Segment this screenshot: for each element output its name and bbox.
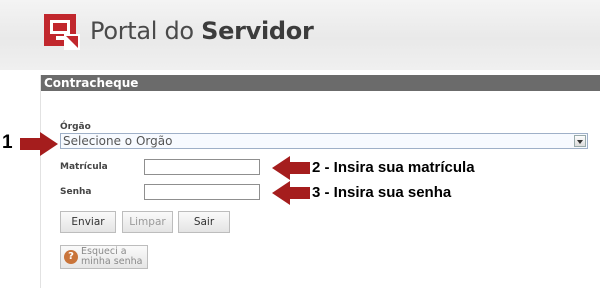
forgot-password-button[interactable]: ? Esqueci a minha senha xyxy=(60,245,148,269)
annotation-step-3: 3 - Insira sua senha xyxy=(312,184,452,201)
enviar-button[interactable]: Enviar xyxy=(60,211,116,233)
annotation-arrow-right-icon xyxy=(20,132,58,156)
senha-label: Senha xyxy=(60,187,92,197)
orgao-select[interactable]: Selecione o Orgão xyxy=(60,133,588,149)
annotation-step-1: 1 xyxy=(2,132,13,153)
brand-bold: Servidor xyxy=(201,17,314,45)
annotation-arrow-left-icon xyxy=(272,181,310,205)
matricula-input[interactable] xyxy=(144,159,260,175)
orgao-select-value: Selecione o Orgão xyxy=(63,134,173,148)
contracheque-panel: Contracheque Órgão Selecione o Orgão Mat… xyxy=(40,75,600,288)
limpar-button[interactable]: Limpar xyxy=(122,211,173,233)
annotation-arrow-left-icon xyxy=(272,156,310,180)
red-monitor-logo-icon xyxy=(44,14,80,50)
brand-regular: Portal do xyxy=(90,17,202,45)
senha-input[interactable] xyxy=(144,184,260,200)
annotation-step-2: 2 - Insira sua matrícula xyxy=(312,159,475,176)
chevron-down-icon[interactable] xyxy=(574,135,586,147)
portal-logo-text: Portal do Servidor xyxy=(90,17,314,45)
header-bar: Portal do Servidor xyxy=(0,0,600,70)
sair-button[interactable]: Sair xyxy=(178,211,230,233)
matricula-label: Matrícula xyxy=(60,162,108,172)
forgot-password-label: Esqueci a minha senha xyxy=(81,246,143,267)
orgao-label: Órgão xyxy=(60,122,91,132)
help-question-icon: ? xyxy=(64,250,78,264)
panel-title: Contracheque xyxy=(41,75,600,91)
